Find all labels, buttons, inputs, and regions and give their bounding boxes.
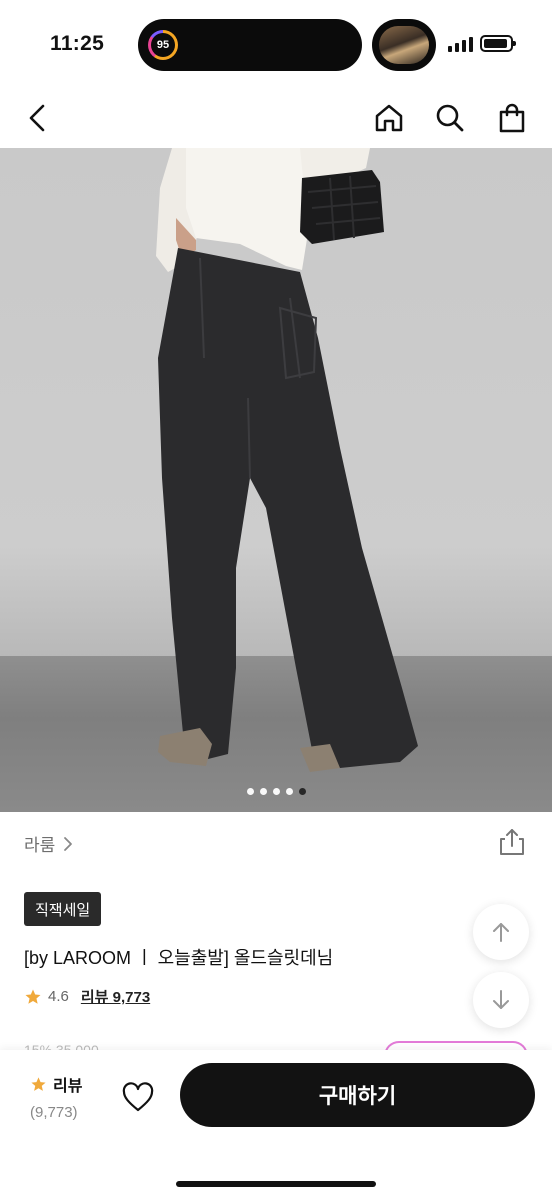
- home-button[interactable]: [371, 100, 407, 136]
- carousel-dot[interactable]: [259, 788, 267, 795]
- back-icon: [29, 104, 45, 132]
- scroll-down-button[interactable]: [473, 972, 529, 1028]
- dynamic-island[interactable]: 95: [138, 19, 362, 71]
- product-title: [by LAROOM ㅣ 오늘출발] 올드슬릿데님: [24, 948, 334, 968]
- arrow-up-icon: [493, 923, 509, 942]
- bottom-action-bar: 리뷰 (9,773) 구매하기: [0, 1050, 552, 1200]
- buy-button[interactable]: 구매하기: [180, 1063, 535, 1127]
- status-bar: 11:25 95: [0, 0, 552, 88]
- wishlist-button[interactable]: [120, 1080, 156, 1116]
- search-button[interactable]: [432, 100, 468, 136]
- cellular-signal-icon: [448, 36, 473, 52]
- status-time: 11:25: [50, 32, 105, 55]
- scroll-up-button[interactable]: [473, 904, 529, 960]
- brand-link[interactable]: 라룸: [24, 831, 73, 856]
- rating-row: 4.6 리뷰 9,773: [24, 986, 150, 1007]
- carousel-dot-active[interactable]: [298, 788, 306, 795]
- star-icon: [25, 989, 41, 1004]
- carousel-dot[interactable]: [272, 788, 280, 795]
- battery-icon: [480, 35, 516, 52]
- star-icon: [31, 1076, 46, 1091]
- shopping-bag-icon: [499, 103, 525, 133]
- top-navigation: [0, 88, 552, 148]
- home-indicator: [176, 1181, 376, 1187]
- search-icon: [436, 104, 464, 132]
- back-button[interactable]: [20, 100, 56, 136]
- rating-score: 4.6: [48, 988, 69, 1005]
- live-activity[interactable]: [372, 19, 436, 71]
- media-thumbnail: [379, 26, 429, 64]
- product-image-carousel[interactable]: [0, 148, 552, 812]
- review-label-row: 리뷰: [30, 1072, 82, 1096]
- share-icon: [500, 829, 524, 855]
- product-photo: [156, 148, 418, 772]
- chevron-right-icon: [64, 836, 73, 851]
- carousel-pagination: [0, 788, 552, 795]
- arrow-down-icon: [493, 990, 509, 1009]
- activity-value: 95: [151, 33, 175, 57]
- share-button[interactable]: [496, 826, 528, 858]
- review-summary[interactable]: 리뷰 (9,773): [30, 1072, 82, 1121]
- review-label: 리뷰: [53, 1078, 83, 1095]
- activity-ring-icon: 95: [148, 30, 178, 60]
- sale-badge: 직잭세일: [24, 892, 102, 926]
- cart-button[interactable]: [494, 100, 530, 136]
- carousel-dot[interactable]: [285, 788, 293, 795]
- review-link[interactable]: 리뷰 9,773: [81, 986, 150, 1007]
- carousel-dot[interactable]: [246, 788, 254, 795]
- brand-name: 라룸: [24, 836, 56, 855]
- heart-icon: [122, 1082, 154, 1112]
- review-count: (9,773): [30, 1104, 78, 1121]
- brand-row: 라룸: [0, 812, 552, 874]
- home-icon: [375, 104, 403, 132]
